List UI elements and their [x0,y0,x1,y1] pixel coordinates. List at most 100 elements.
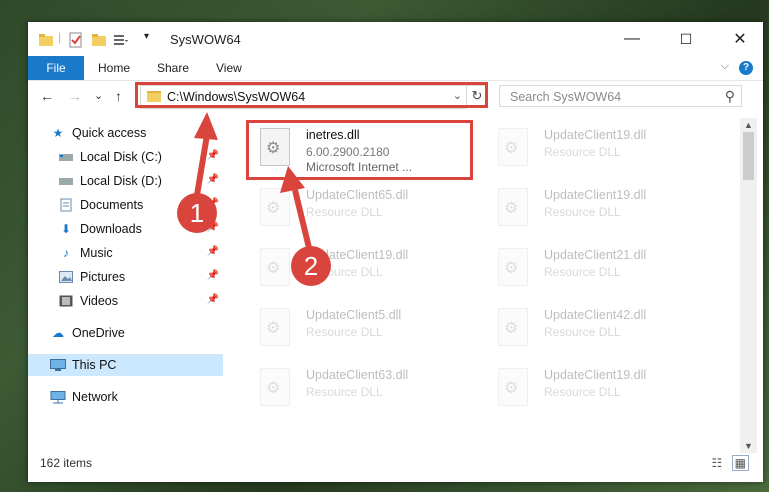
dll-file-icon: ⚙ [260,188,290,226]
file-description: Resource DLL [544,205,621,219]
pin-icon: 📌 [206,294,219,305]
recent-locations-button[interactable]: ⌄ [94,89,103,102]
file-tile[interactable]: ⚙ UpdateClient19.dll Resource DLL [248,244,478,292]
minimize-button[interactable]: — [609,22,655,56]
dll-file-icon: ⚙ [498,308,528,346]
file-name: UpdateClient65.dll [306,188,409,202]
video-icon [58,294,74,308]
file-name: UpdateClient63.dll [306,368,409,382]
sidebar-item-local-disk-d[interactable]: Local Disk (D:) 📌 [58,170,223,192]
sidebar-item-network[interactable]: Network [50,386,223,408]
file-description: Resource DLL [544,325,621,339]
properties-icon[interactable] [68,32,84,48]
search-placeholder: Search SysWOW64 [510,90,622,104]
tiles-view-icon[interactable]: ▦ [731,455,749,471]
file-description: Resource DLL [306,205,383,219]
sidebar-item-quick-access[interactable]: ★ Quick access [50,122,245,144]
details-view-icon[interactable]: ☷ [712,456,723,470]
scroll-down-icon[interactable]: ▼ [744,441,753,451]
file-name: UpdateClient19.dll [544,128,647,142]
sidebar-item-label: Local Disk (C:) [80,150,162,164]
pin-icon: 📌 [206,270,219,281]
sidebar-item-onedrive[interactable]: ☁ OneDrive [50,322,223,344]
dll-file-icon: ⚙ [498,188,528,226]
customize-toolbar-icon[interactable] [113,32,129,48]
file-name: UpdateClient21.dll [544,248,647,262]
new-folder-icon[interactable] [91,32,107,48]
qa-dropdown-icon[interactable]: ▾ [144,31,149,47]
pin-icon: 📌 [206,150,219,161]
sidebar-item-label: Quick access [72,126,147,140]
sidebar-item-music[interactable]: ♪ Music 📌 [58,242,223,264]
file-description: Resource DLL [544,385,621,399]
sidebar-item-local-disk-c[interactable]: Local Disk (C:) 📌 [58,146,223,168]
view-buttons: ☷ ▦ [712,455,749,471]
file-tile[interactable]: ⚙ UpdateClient63.dll Resource DLL [248,364,478,412]
file-tile[interactable]: ⚙ UpdateClient19.dll Resource DLL [486,364,716,412]
sidebar-item-label: Local Disk (D:) [80,174,162,188]
tab-file[interactable]: File [28,56,84,80]
vertical-scrollbar[interactable]: ▲ ▼ [740,118,757,453]
window-title: SysWOW64 [170,32,241,47]
maximize-button[interactable]: ☐ [663,22,709,56]
tab-view[interactable]: View [216,56,242,80]
pin-icon: 📌 [206,246,219,257]
sidebar-item-label: Network [72,390,118,404]
dll-file-icon: ⚙ [260,368,290,406]
music-icon: ♪ [63,246,69,260]
file-tile[interactable]: ⚙ UpdateClient19.dll Resource DLL [486,124,716,172]
dll-file-icon: ⚙ [260,248,290,286]
sidebar-item-label: Music [80,246,113,260]
gear-icon: ⚙ [266,260,281,277]
ribbon-tabs: File Home Share View ⌵ ? [28,56,763,81]
back-button[interactable]: ← [40,88,54,104]
gear-icon: ⚙ [266,200,281,217]
sidebar-item-label: This PC [72,358,117,372]
file-tile[interactable]: ⚙ UpdateClient19.dll Resource DLL [486,184,716,232]
search-input[interactable]: Search SysWOW64 ⚲ [499,85,742,107]
file-description: Resource DLL [544,145,621,159]
file-description: Resource DLL [544,265,621,279]
up-button[interactable]: ↑ [115,88,122,104]
gear-icon: ⚙ [504,260,519,277]
sidebar-item-videos[interactable]: Videos 📌 [58,290,223,312]
expand-ribbon-icon[interactable]: ⌵ [721,60,729,73]
navigation-bar: ← → ⌄ ↑ C:\Windows\SysWOW64 ⌄ ↻ Search S… [28,80,763,112]
file-name: UpdateClient19.dll [544,368,647,382]
dll-file-icon: ⚙ [260,308,290,346]
callout-badge-2: 2 [291,246,331,286]
network-icon [50,390,66,404]
computer-icon [50,358,66,372]
gear-icon: ⚙ [266,320,281,337]
download-icon: ⬇ [60,222,72,236]
sidebar-item-label: Downloads [80,222,142,236]
gear-icon: ⚙ [504,140,519,157]
gear-icon: ⚙ [504,200,519,217]
scroll-thumb[interactable] [743,132,754,180]
gear-icon: ⚙ [504,320,519,337]
star-icon: ★ [52,126,64,140]
file-description: Resource DLL [306,385,383,399]
sidebar-item-label: Documents [80,198,144,212]
address-highlight-box [135,82,488,108]
dll-file-icon: ⚙ [498,368,528,406]
forward-button[interactable]: → [68,88,82,104]
file-tile[interactable]: ⚙ UpdateClient21.dll Resource DLL [486,244,716,292]
help-icon[interactable]: ? [739,61,753,75]
file-tile[interactable]: ⚙ UpdateClient65.dll Resource DLL [248,184,478,232]
file-tile[interactable]: ⚙ UpdateClient5.dll Resource DLL [248,304,478,352]
callout-badge-1: 1 [177,193,217,233]
tab-share[interactable]: Share [157,56,189,80]
tab-home[interactable]: Home [98,56,130,80]
sidebar-item-this-pc[interactable]: This PC [28,354,223,376]
dll-file-icon: ⚙ [498,128,528,166]
close-button[interactable]: ✕ [717,22,763,56]
file-description: Resource DLL [306,325,383,339]
sidebar-item-pictures[interactable]: Pictures 📌 [58,266,223,288]
cloud-icon: ☁ [52,326,64,340]
gear-icon: ⚙ [266,380,281,397]
scroll-up-icon[interactable]: ▲ [744,120,753,130]
item-count: 162 items [40,456,93,470]
search-icon[interactable]: ⚲ [725,88,735,105]
file-tile[interactable]: ⚙ UpdateClient42.dll Resource DLL [486,304,716,352]
